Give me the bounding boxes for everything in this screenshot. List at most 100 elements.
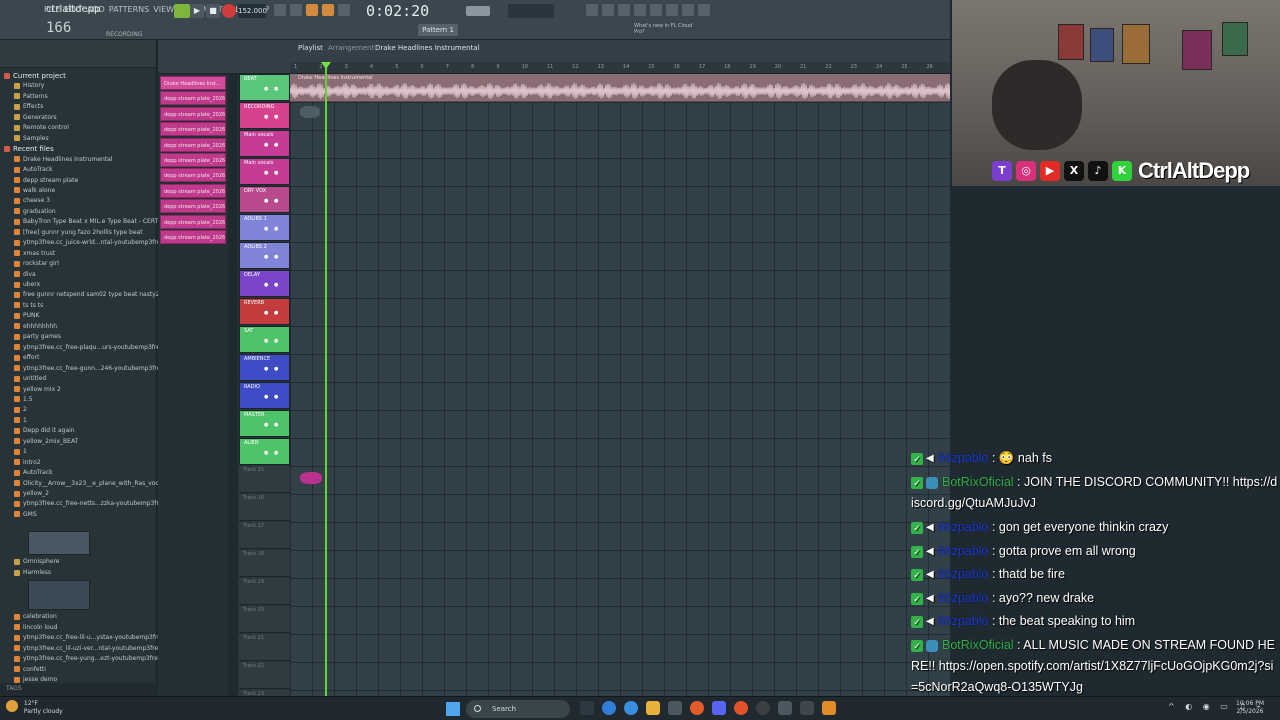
track-controls-icon[interactable]: ● ● xyxy=(264,86,280,92)
plugin-thumbnail[interactable] xyxy=(28,580,90,610)
browser-item[interactable]: ytmp3free.cc_free-gunn...246-youtubemp3f… xyxy=(14,364,176,374)
track-header-empty[interactable]: Track 15 xyxy=(239,466,290,493)
mic-icon[interactable] xyxy=(618,4,630,16)
browser-item[interactable]: GMS xyxy=(14,510,37,520)
browser-item[interactable]: yellow_2 xyxy=(14,489,49,499)
fl-studio-icon[interactable] xyxy=(822,701,836,715)
x-icon[interactable]: X xyxy=(1064,161,1084,181)
track-controls-icon[interactable]: ● ● xyxy=(264,282,280,288)
browser-item[interactable]: rockstar girl xyxy=(14,259,59,269)
windows-start-icon[interactable] xyxy=(446,702,460,716)
edge-icon[interactable] xyxy=(602,701,616,715)
browser-item[interactable]: AutoTrack xyxy=(14,165,53,175)
track-header-empty[interactable]: Track 22 xyxy=(239,662,290,689)
youtube-icon[interactable]: ▶ xyxy=(1040,161,1060,181)
browser-item[interactable]: Current project xyxy=(4,71,66,81)
tempo-display[interactable]: 152.000 xyxy=(238,4,267,18)
stop-button[interactable]: ■ xyxy=(206,4,220,18)
browser-item[interactable]: 1.5 xyxy=(14,395,33,405)
cut-icon[interactable] xyxy=(602,4,614,16)
track-controls-icon[interactable]: ● ● xyxy=(264,142,280,148)
track-header-empty[interactable]: Track 16 xyxy=(239,494,290,521)
play-button[interactable]: ▶ xyxy=(190,4,204,18)
picker-clip[interactable]: depp stream plate_2026... xyxy=(160,122,226,137)
recording-clip[interactable] xyxy=(300,106,320,118)
snap-icon[interactable] xyxy=(586,4,598,16)
file-explorer-icon[interactable] xyxy=(646,701,660,715)
countdown-icon[interactable] xyxy=(306,4,318,16)
browser-item[interactable]: uberx xyxy=(14,280,40,290)
browser-item[interactable]: 1 xyxy=(14,416,27,426)
picker-clip[interactable]: depp stream plate_2026... xyxy=(160,214,226,229)
browser-item[interactable]: 1 xyxy=(14,447,27,457)
menu-item-patterns[interactable]: PATTERNS xyxy=(109,5,149,14)
browser-item[interactable]: graduation xyxy=(14,207,56,217)
taskbar-clock[interactable]: 10:06 PM 2/5/2026 xyxy=(1236,700,1264,716)
browser-item[interactable]: ytmp3free.cc_lil-uzi-ver...ntal-youtubem… xyxy=(14,644,174,654)
wait-icon[interactable] xyxy=(290,4,302,16)
track-header-empty[interactable]: Track 18 xyxy=(239,550,290,577)
browser-item[interactable]: ts ts ts xyxy=(14,301,43,311)
master-volume-slider[interactable] xyxy=(466,6,490,16)
download-icon[interactable] xyxy=(698,4,710,16)
playlist-grid[interactable] xyxy=(290,74,950,696)
browser-item[interactable]: confetti xyxy=(14,665,46,675)
timeline-ruler[interactable]: 1 2 3 4 5 6 7 8 9 10 11 12 13 14 15 16 17 18 19 20 21 22 23 24 2… xyxy=(290,62,950,74)
browser-item[interactable]: ytmp3free.cc_juice-wrld...ntal-youtubemp… xyxy=(14,238,176,248)
track-header[interactable]: DELAY ● ● xyxy=(239,270,290,297)
plugin-thumbnail[interactable] xyxy=(28,531,90,555)
browser-item[interactable]: effort xyxy=(14,353,39,363)
picker-clip[interactable]: depp stream plate_2026... xyxy=(160,199,226,214)
browser-item[interactable]: Depp did it again xyxy=(14,426,75,436)
menu-item-add[interactable]: ADD xyxy=(87,5,105,14)
track-controls-icon[interactable]: ● ● xyxy=(264,254,280,260)
track-header-empty[interactable]: Track 21 xyxy=(239,634,290,661)
playhead[interactable] xyxy=(325,62,327,696)
menu-item-edit[interactable]: EDIT xyxy=(64,5,82,14)
track-controls-icon[interactable]: ● ● xyxy=(264,310,280,316)
browser-item[interactable]: yellow_2mix_BEAT xyxy=(14,437,78,447)
pattern-song-toggle[interactable] xyxy=(174,4,190,18)
browser-item[interactable]: intro2 xyxy=(14,458,41,468)
browser-item[interactable]: AutoTrack xyxy=(14,468,53,478)
track-controls-icon[interactable]: ● ● xyxy=(264,366,280,372)
picker-clip[interactable]: Drake Headlines Inst... xyxy=(160,76,226,90)
picker-clip[interactable]: depp stream plate_2026... xyxy=(160,137,226,152)
browser-item[interactable]: ehhhhhhhh xyxy=(14,322,57,332)
menu-item-file[interactable]: FILE xyxy=(44,5,60,14)
browser-item[interactable]: Omnisphere xyxy=(14,557,60,567)
browser-item[interactable]: BabyTron Type Beat x MIL.e Type Beat - C… xyxy=(14,217,174,227)
browser-item[interactable]: free gunnr netspend sam02 type beat nast… xyxy=(14,290,160,300)
question-icon[interactable] xyxy=(634,4,646,16)
track-header[interactable]: REVERB ● ● xyxy=(239,298,290,325)
picker-clip[interactable]: depp stream plate_2026... xyxy=(160,153,226,167)
track-header-empty[interactable]: Track 17 xyxy=(239,522,290,549)
track-header-empty[interactable]: Track 19 xyxy=(239,578,290,605)
vocal-clip[interactable] xyxy=(300,472,322,484)
track-controls-icon[interactable]: ● ● xyxy=(264,226,280,232)
brave-icon[interactable] xyxy=(734,701,748,715)
browser-item[interactable]: walk alone xyxy=(14,186,55,196)
audio-clip[interactable]: Drake Headlines Instrumental xyxy=(290,74,950,102)
task-view-icon[interactable] xyxy=(580,701,594,715)
track-header[interactable]: MASTER ● ● xyxy=(239,410,290,437)
browser-item[interactable]: ytmp3free.cc_free-plaqu...urs-youtubemp3… xyxy=(14,343,175,353)
track-header[interactable]: DRY VOX ● ● xyxy=(239,186,290,213)
track-header[interactable]: SAT ● ● xyxy=(239,326,290,353)
browser-item[interactable]: [free] gunnr yung fazo 2hollis type beat xyxy=(14,228,143,238)
picker-clip[interactable]: depp stream plate_2026... xyxy=(160,91,226,106)
track-controls-icon[interactable]: ● ● xyxy=(264,170,280,176)
browser-item[interactable]: party games xyxy=(14,332,61,342)
record-button[interactable] xyxy=(222,4,236,18)
browser-item[interactable]: ytmp3free.cc_free-lil-u...ystax-youtubem… xyxy=(14,633,176,643)
track-controls-icon[interactable]: ● ● xyxy=(264,338,280,344)
browser-item[interactable]: Generators xyxy=(14,113,57,123)
browser-item[interactable]: untitled xyxy=(14,374,46,384)
track-header[interactable]: ADLIBS 2 ● ● xyxy=(239,242,290,269)
menu-item-view[interactable]: VIEW xyxy=(153,5,174,14)
tiktok-icon[interactable]: ♪ xyxy=(1088,161,1108,181)
track-header[interactable]: RECORDING ● ● xyxy=(239,102,290,129)
discord-icon[interactable] xyxy=(712,701,726,715)
chat-icon[interactable] xyxy=(682,4,694,16)
taskbar-search[interactable]: Search xyxy=(466,700,570,718)
